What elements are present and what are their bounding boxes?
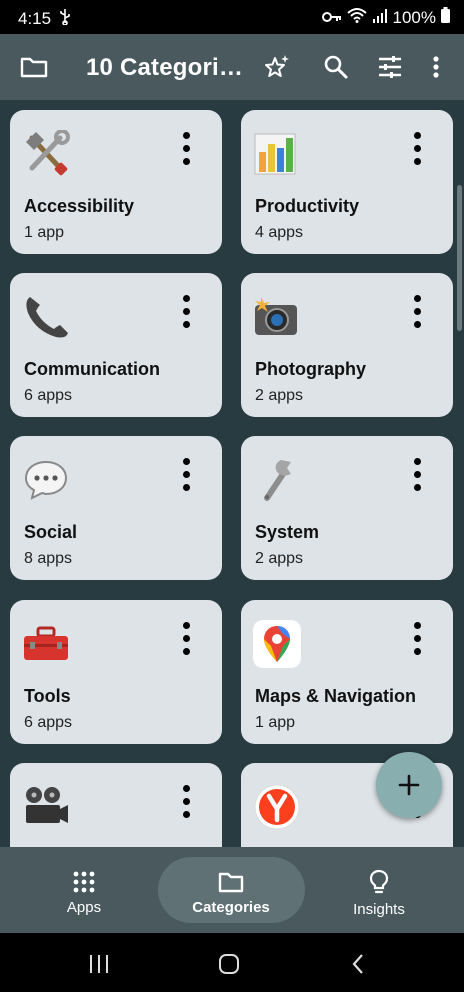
page-title: 10 Categori… [86, 54, 244, 81]
category-name: Social [24, 522, 78, 542]
category-name: Accessibility [24, 196, 135, 216]
plus-icon [398, 774, 420, 796]
card-menu-button[interactable] [180, 295, 192, 329]
category-app-count: 2 apps [255, 387, 304, 404]
nav-label-apps: Apps [66, 899, 102, 916]
more-vert-icon[interactable] [421, 52, 451, 82]
category-name: Photography [255, 359, 366, 379]
card-menu-button[interactable] [411, 622, 423, 656]
category-app-count: 6 apps [24, 387, 73, 404]
category-card-tools[interactable]: Tools 6 apps [10, 600, 222, 744]
card-menu-button[interactable] [180, 785, 192, 819]
add-category-button[interactable] [376, 752, 442, 818]
status-time: 4:15 [18, 9, 52, 28]
toolbox-icon [22, 620, 70, 668]
category-name: System [255, 522, 320, 542]
folder-icon[interactable] [19, 52, 49, 82]
category-card-accessibility[interactable]: Accessibility 1 app [10, 110, 222, 254]
key-icon [321, 8, 342, 28]
categories-grid[interactable]: Accessibility 1 app Productivity 4 apps … [0, 100, 464, 847]
recents-icon[interactable] [88, 954, 110, 979]
wifi-icon [346, 7, 367, 28]
battery-icon [441, 7, 450, 28]
bar-chart-icon [253, 130, 301, 178]
category-app-count: 2 apps [255, 550, 304, 567]
category-name: Productivity [255, 196, 360, 216]
apps-grid-icon [73, 871, 95, 893]
card-menu-button[interactable] [180, 622, 192, 656]
tune-icon[interactable] [375, 52, 405, 82]
category-app-count: 8 apps [24, 550, 73, 567]
category-card-social[interactable]: Social 8 apps [10, 436, 222, 580]
nav-item-apps[interactable]: Apps [44, 847, 124, 933]
top-app-bar: 10 Categori… [0, 34, 464, 100]
scrollbar-thumb[interactable] [457, 185, 462, 331]
card-menu-button[interactable] [180, 458, 192, 492]
category-card-system[interactable]: System 2 apps [241, 436, 453, 580]
usb-icon [59, 9, 71, 28]
map-pin-icon [253, 620, 301, 668]
folder-icon [218, 872, 244, 893]
category-app-count: 4 apps [255, 224, 304, 241]
yandex-y-icon [253, 783, 301, 831]
card-menu-button[interactable] [411, 132, 423, 166]
category-name: Communication [24, 359, 161, 379]
category-card-video[interactable] [10, 763, 222, 847]
category-card-photography[interactable]: Photography 2 apps [241, 273, 453, 417]
lightbulb-icon [369, 869, 389, 894]
back-icon[interactable] [350, 954, 366, 979]
nav-item-insights[interactable]: Insights [338, 847, 420, 933]
card-menu-button[interactable] [411, 295, 423, 329]
category-card-communication[interactable]: Communication 6 apps [10, 273, 222, 417]
signal-icon [372, 8, 388, 28]
category-app-count: 1 app [255, 714, 296, 731]
film-projector-icon [22, 783, 70, 831]
category-app-count: 1 app [24, 224, 65, 241]
category-card-productivity[interactable]: Productivity 4 apps [241, 110, 453, 254]
home-icon[interactable] [218, 954, 240, 979]
battery-percent: 100% [392, 7, 436, 27]
category-app-count: 6 apps [24, 714, 73, 731]
camera-flash-icon [253, 293, 301, 341]
speech-bubble-icon [22, 456, 70, 504]
card-menu-button[interactable] [411, 458, 423, 492]
nav-item-categories[interactable]: Categories [181, 847, 281, 933]
star-sparkle-icon[interactable] [262, 52, 292, 82]
status-bar: 4:15 100% [0, 0, 464, 34]
telephone-icon [22, 293, 70, 341]
category-card-maps-navigation[interactable]: Maps & Navigation 1 app [241, 600, 453, 744]
nav-label-insights: Insights [353, 901, 405, 918]
hammer-wrench-icon [22, 129, 70, 178]
nav-label-categories: Categories [192, 899, 270, 916]
search-icon[interactable] [321, 52, 351, 82]
card-menu-button[interactable] [180, 132, 192, 166]
bottom-navigation: Apps Categories Insights [0, 847, 464, 933]
category-name: Tools [24, 686, 71, 706]
system-navigation-bar [0, 933, 464, 992]
category-name: Maps & Navigation [255, 686, 417, 706]
wrench-icon [253, 456, 301, 504]
